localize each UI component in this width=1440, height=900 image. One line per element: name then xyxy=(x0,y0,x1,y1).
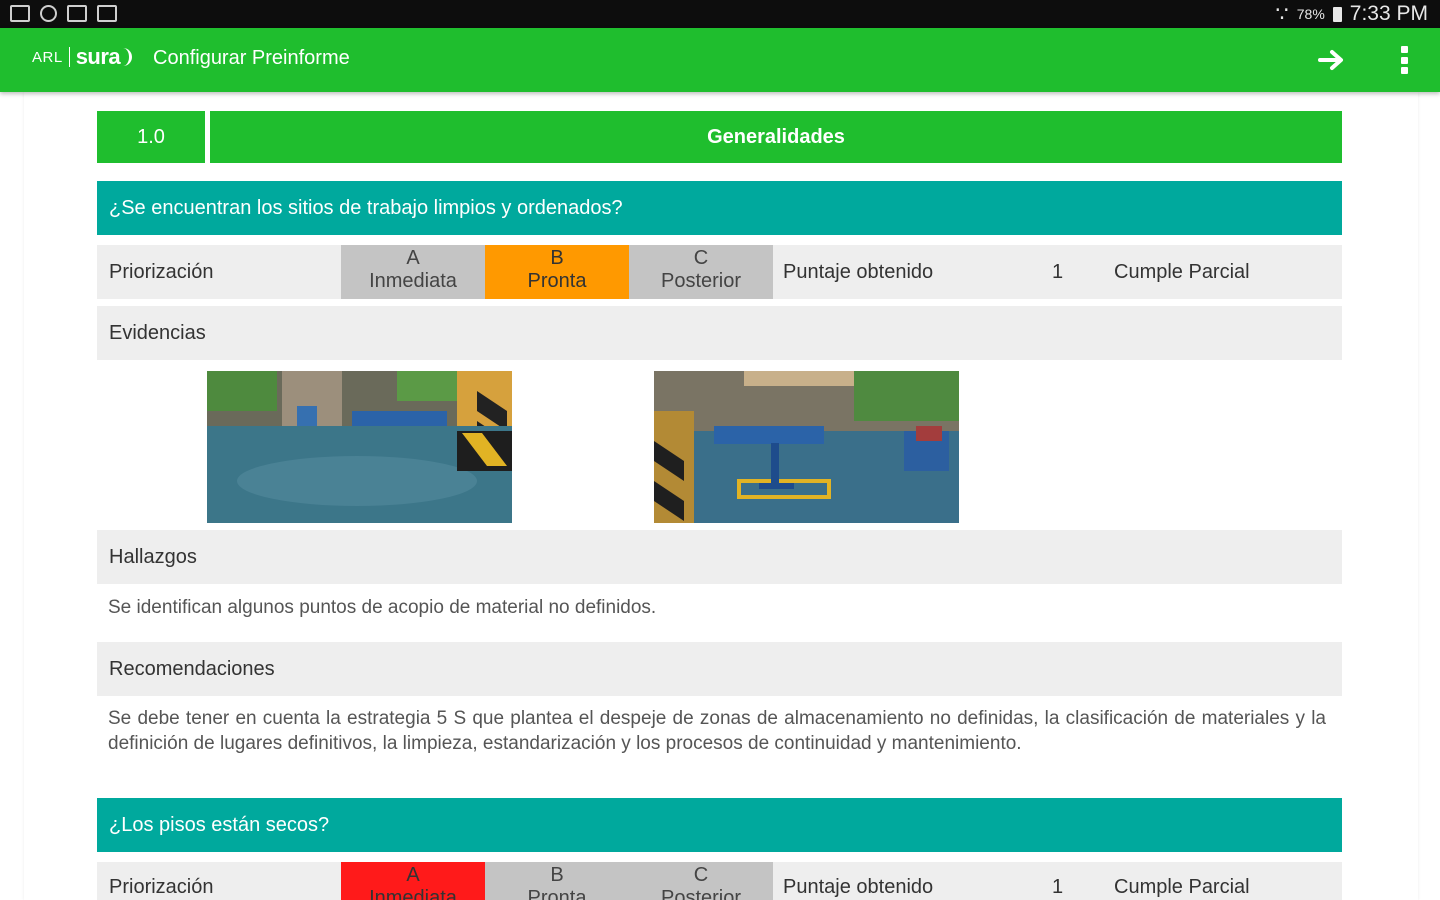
question-header: ¿Los pisos están secos? xyxy=(97,798,1342,852)
page-title: Configurar Preinforme xyxy=(153,47,350,69)
priority-name: Inmediata xyxy=(369,270,457,292)
priority-label: Priorización xyxy=(109,260,214,283)
question-header: ¿Se encuentran los sitios de trabajo lim… xyxy=(97,181,1342,235)
arl-sura-logo: ARL sura xyxy=(32,44,133,70)
score-value: 1 xyxy=(1052,260,1064,283)
evidence-photo-2[interactable] xyxy=(654,371,959,523)
screenshot-icon xyxy=(10,5,30,22)
logo-brand-text: sura xyxy=(75,44,121,69)
score-label: Puntaje obtenido xyxy=(783,260,934,283)
priority-row: Priorización A Inmediata B Pronta C Post… xyxy=(97,862,1342,900)
priority-name: Posterior xyxy=(660,887,742,900)
overflow-menu-icon[interactable] xyxy=(1394,44,1414,76)
status-bar: ∵ 78% 7:33 PM xyxy=(0,0,1440,28)
priority-letter: A xyxy=(406,247,420,269)
findings-text: Se identifican algunos puntos de acopio … xyxy=(108,597,657,618)
android-icon xyxy=(40,5,57,22)
priority-b-button[interactable]: B Pronta xyxy=(485,862,629,900)
priority-c-button[interactable]: C Posterior xyxy=(629,245,773,299)
evidence-photo-1[interactable] xyxy=(207,371,512,523)
section-title: Generalidades xyxy=(210,111,1342,163)
score-label: Puntaje obtenido xyxy=(783,875,934,898)
evidence-label: Evidencias xyxy=(109,321,206,344)
notification-icons xyxy=(10,5,117,22)
battery-icon xyxy=(1332,6,1342,22)
priority-name: Pronta xyxy=(527,270,587,292)
priority-a-button[interactable]: A Inmediata xyxy=(341,862,485,900)
findings-label: Hallazgos xyxy=(109,545,197,568)
score-result: Cumple Parcial xyxy=(1114,260,1250,283)
clock: 7:33 PM xyxy=(1349,2,1428,25)
recommendations-text: Se debe tener en cuenta la estrategia 5 … xyxy=(108,708,1326,754)
battery-percent: 78% xyxy=(1296,6,1325,22)
evidence-header: Evidencias xyxy=(97,306,1342,360)
priority-letter: B xyxy=(550,864,564,886)
priority-a-button[interactable]: A Inmediata xyxy=(341,245,485,299)
score-value: 1 xyxy=(1052,875,1064,898)
priority-label: Priorización xyxy=(109,875,214,898)
forward-arrow-icon[interactable] xyxy=(1318,48,1348,72)
priority-letter: C xyxy=(693,247,709,269)
priority-name: Posterior xyxy=(660,270,742,292)
app-bar: ARL sura Configurar Preinforme xyxy=(0,28,1440,92)
priority-letter: B xyxy=(550,247,564,269)
section-number: 1.0 xyxy=(97,111,205,163)
priority-b-button[interactable]: B Pronta xyxy=(485,245,629,299)
priority-name: Inmediata xyxy=(369,887,457,900)
logo-arl-text: ARL xyxy=(32,48,63,66)
system-tray: ∵ 78% 7:33 PM xyxy=(1275,0,1428,28)
recommendations-header: Recomendaciones xyxy=(97,642,1342,696)
recommendations-label: Recomendaciones xyxy=(109,657,275,680)
priority-name: Pronta xyxy=(527,887,587,900)
gallery-icon xyxy=(97,5,117,22)
message-icon xyxy=(67,5,87,22)
priority-letter: C xyxy=(693,864,709,886)
score-result: Cumple Parcial xyxy=(1114,875,1250,898)
logo-divider xyxy=(68,47,70,67)
findings-header: Hallazgos xyxy=(97,530,1342,584)
priority-letter: A xyxy=(406,864,420,886)
logo-swoosh-icon xyxy=(122,48,133,66)
priority-c-button[interactable]: C Posterior xyxy=(629,862,773,900)
priority-row: Priorización A Inmediata B Pronta C Post… xyxy=(97,245,1342,299)
wifi-icon: ∵ xyxy=(1275,2,1289,26)
